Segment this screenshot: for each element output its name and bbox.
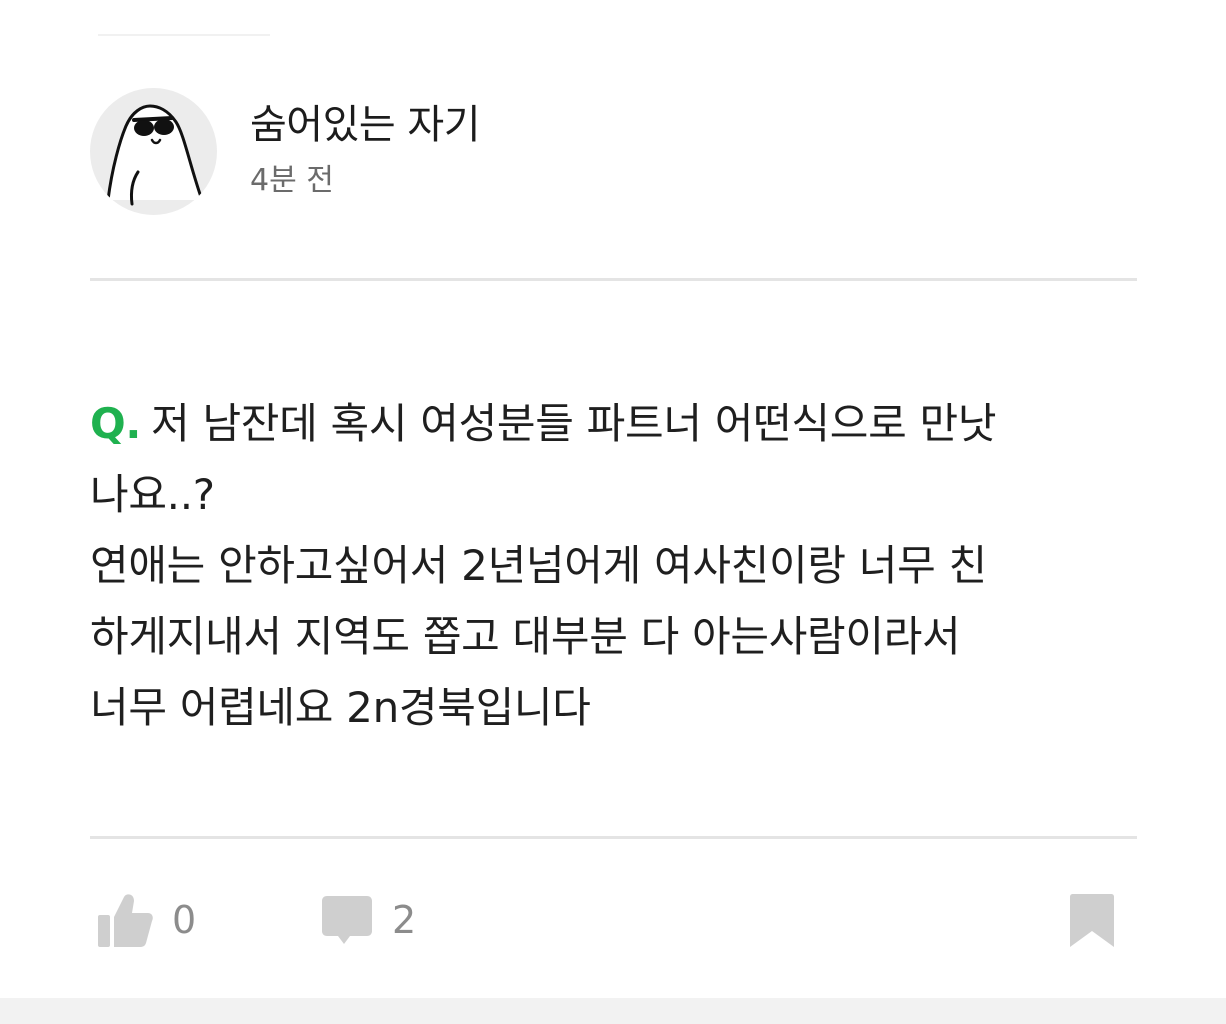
question-line: Q. 저 남잔데 혹시 여성분들 파트너 어떤식으로 만낫 (90, 388, 1140, 459)
question-line: 나요..? (90, 470, 215, 519)
comment-count: 2 (392, 898, 417, 942)
ghost-avatar-icon (106, 103, 204, 205)
action-bar: 0 2 (0, 885, 1226, 955)
question-line: 하게지내서 지역도 쫍고 대부분 다 아는사람이라서 (90, 612, 961, 661)
question-marker: Q. (90, 399, 142, 448)
comment-button[interactable]: 2 (316, 885, 416, 955)
author-row: 숨어있는 자기 4분 전 (90, 87, 481, 215)
question-line-text: 저 남잔데 혹시 여성분들 파트너 어떤식으로 만낫 (151, 399, 997, 448)
question-line: 연애는 안하고싶어서 2년넘어게 여사친이랑 너무 친 (90, 541, 987, 590)
author-name[interactable]: 숨어있는 자기 (250, 99, 481, 151)
footer-divider (90, 836, 1137, 839)
header-divider (90, 278, 1137, 281)
question-body: Q. 저 남잔데 혹시 여성분들 파트너 어떤식으로 만낫 나요..? 연애는 안… (90, 388, 1140, 743)
avatar[interactable] (90, 87, 217, 215)
bookmark-icon (1070, 894, 1114, 947)
like-count: 0 (172, 898, 197, 942)
comment-icon (322, 896, 372, 944)
bottom-bar (0, 998, 1226, 1024)
question-line: 너무 어렵네요 2n경북입니다 (90, 683, 591, 732)
bookmark-button[interactable] (1068, 893, 1116, 949)
post-time: 4분 전 (250, 163, 334, 198)
thumbs-up-icon (98, 894, 153, 947)
like-button[interactable]: 0 (96, 885, 196, 955)
top-divider (98, 34, 270, 36)
